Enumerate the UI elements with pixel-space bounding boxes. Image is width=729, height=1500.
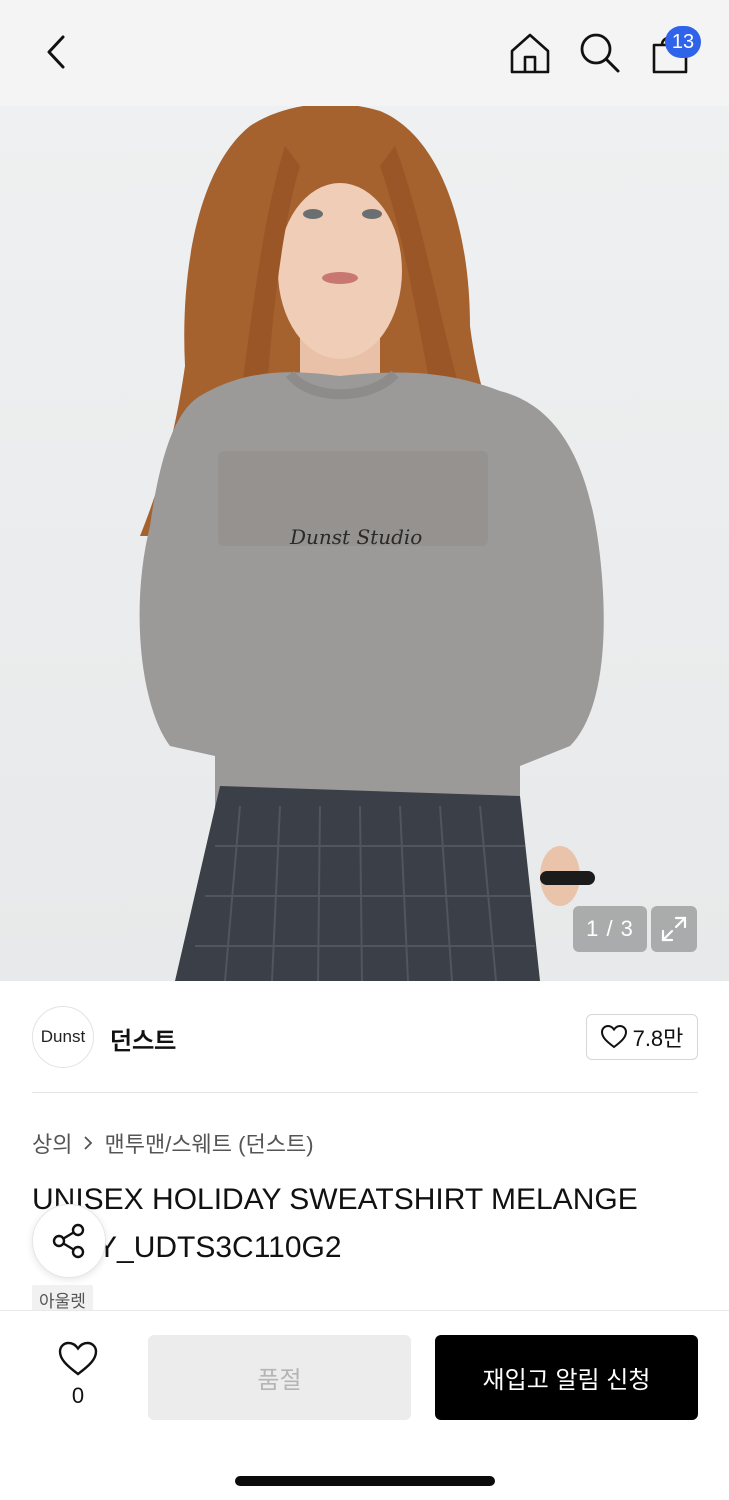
brand-like-count: 7.8만 xyxy=(632,1026,684,1051)
search-icon xyxy=(580,33,620,73)
brand-name[interactable]: 던스트 xyxy=(110,1021,176,1056)
share-button[interactable] xyxy=(32,1204,106,1278)
restock-alert-button[interactable]: 재입고 알림 신청 xyxy=(435,1335,698,1420)
wishlist-count: 0 xyxy=(71,1383,85,1408)
wishlist-button[interactable]: 0 xyxy=(50,1341,106,1413)
chevron-left-icon xyxy=(47,35,65,69)
breadcrumb: 상의 맨투맨/스웨트 (던스트) xyxy=(32,1127,314,1159)
heart-icon xyxy=(58,1341,98,1376)
cart-button[interactable]: 13 xyxy=(647,26,701,76)
breadcrumb-category[interactable]: 상의 xyxy=(32,1127,72,1159)
divider xyxy=(32,1092,698,1093)
product-photo: Dunst Studio xyxy=(139,106,604,981)
soldout-button[interactable]: 품절 xyxy=(148,1335,411,1420)
top-navigation-bar: 13 xyxy=(0,0,729,106)
product-image-gallery[interactable]: Dunst Studio 1 / 3 xyxy=(0,106,729,981)
breadcrumb-subcategory[interactable]: 맨투맨/스웨트 (던스트) xyxy=(104,1127,313,1159)
home-icon xyxy=(510,33,550,74)
outlet-tag: 아울렛 xyxy=(32,1285,93,1313)
chevron-right-icon xyxy=(84,1136,93,1150)
brand-logo[interactable]: Dunst xyxy=(32,1006,94,1068)
product-title: UNISEX HOLIDAY SWEATSHIRT MELANGE GREY_U… xyxy=(32,1183,638,1264)
cart-count-badge: 13 xyxy=(665,26,701,58)
heart-icon xyxy=(600,1025,627,1049)
bottom-action-bar: 0 품절 재입고 알림 신청 xyxy=(0,1310,729,1500)
back-button[interactable] xyxy=(34,30,78,74)
brand-like-button[interactable]: 7.8만 xyxy=(586,1014,698,1060)
search-button[interactable] xyxy=(577,30,623,76)
brand-logo-text: Dunst xyxy=(40,1027,86,1046)
expand-icon xyxy=(661,916,687,942)
image-counter: 1 / 3 xyxy=(573,906,647,952)
brand-row: Dunst 던스트 7.8만 xyxy=(32,1006,698,1070)
home-button[interactable] xyxy=(507,30,553,76)
share-icon xyxy=(52,1223,85,1259)
svg-text:Dunst Studio: Dunst Studio xyxy=(289,525,422,549)
fullscreen-button[interactable] xyxy=(651,906,697,952)
home-indicator xyxy=(235,1476,495,1486)
